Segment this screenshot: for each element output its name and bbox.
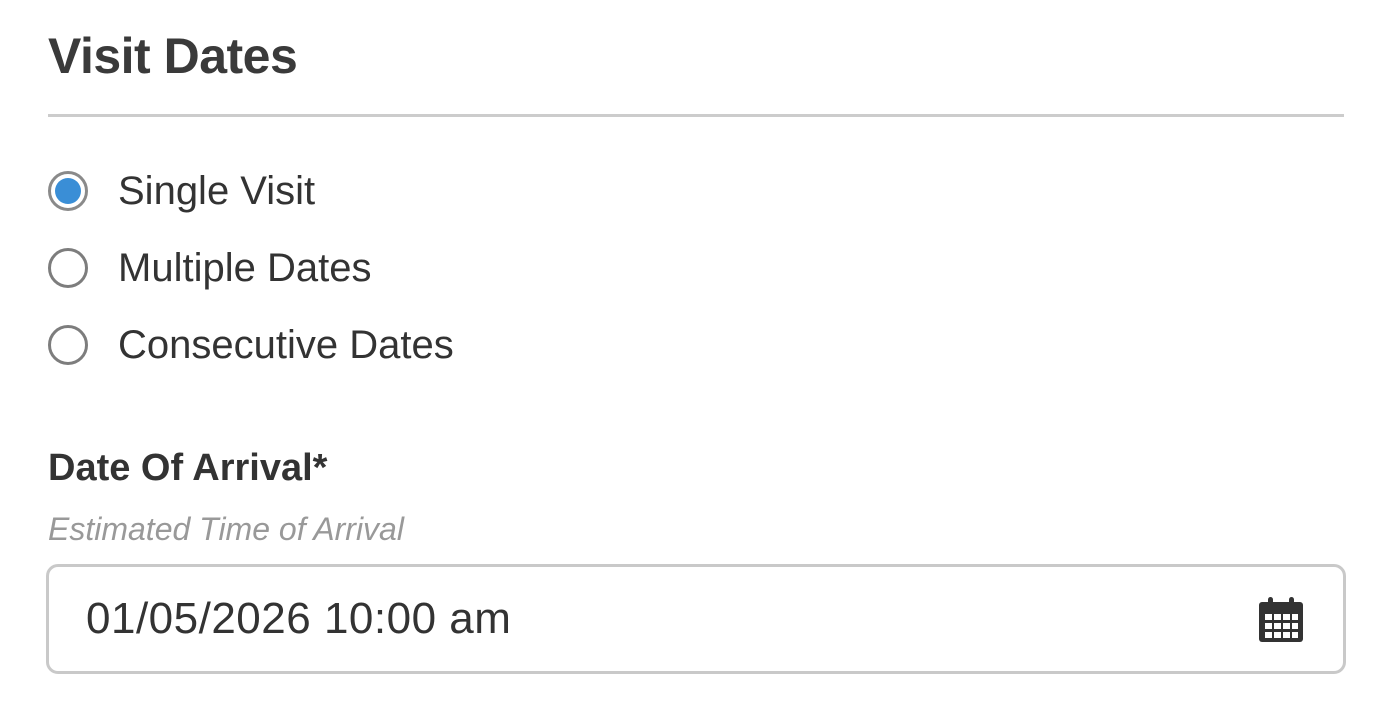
radio-label-single-visit[interactable]: Single Visit — [118, 164, 315, 218]
radio-label-consecutive-dates[interactable]: Consecutive Dates — [118, 318, 454, 372]
visit-type-radio-group: Single Visit Multiple Dates Consecutive … — [48, 164, 454, 395]
radio-button-multiple-dates[interactable] — [48, 248, 88, 288]
radio-label-multiple-dates[interactable]: Multiple Dates — [118, 241, 371, 295]
date-of-arrival-label: Date Of Arrival* — [48, 447, 328, 489]
date-of-arrival-hint: Estimated Time of Arrival — [48, 511, 404, 547]
radio-option-consecutive-dates[interactable]: Consecutive Dates — [48, 318, 454, 372]
date-of-arrival-value[interactable]: 01/05/2026 10:00 am — [86, 591, 1256, 647]
calendar-icon[interactable] — [1256, 594, 1306, 644]
radio-selected-dot — [55, 178, 81, 204]
radio-option-single-visit[interactable]: Single Visit — [48, 164, 454, 218]
radio-button-consecutive-dates[interactable] — [48, 325, 88, 365]
section-divider — [48, 114, 1344, 117]
radio-button-single-visit[interactable] — [48, 171, 88, 211]
radio-option-multiple-dates[interactable]: Multiple Dates — [48, 241, 454, 295]
section-title: Visit Dates — [48, 28, 298, 84]
date-of-arrival-input[interactable]: 01/05/2026 10:00 am — [46, 564, 1346, 674]
